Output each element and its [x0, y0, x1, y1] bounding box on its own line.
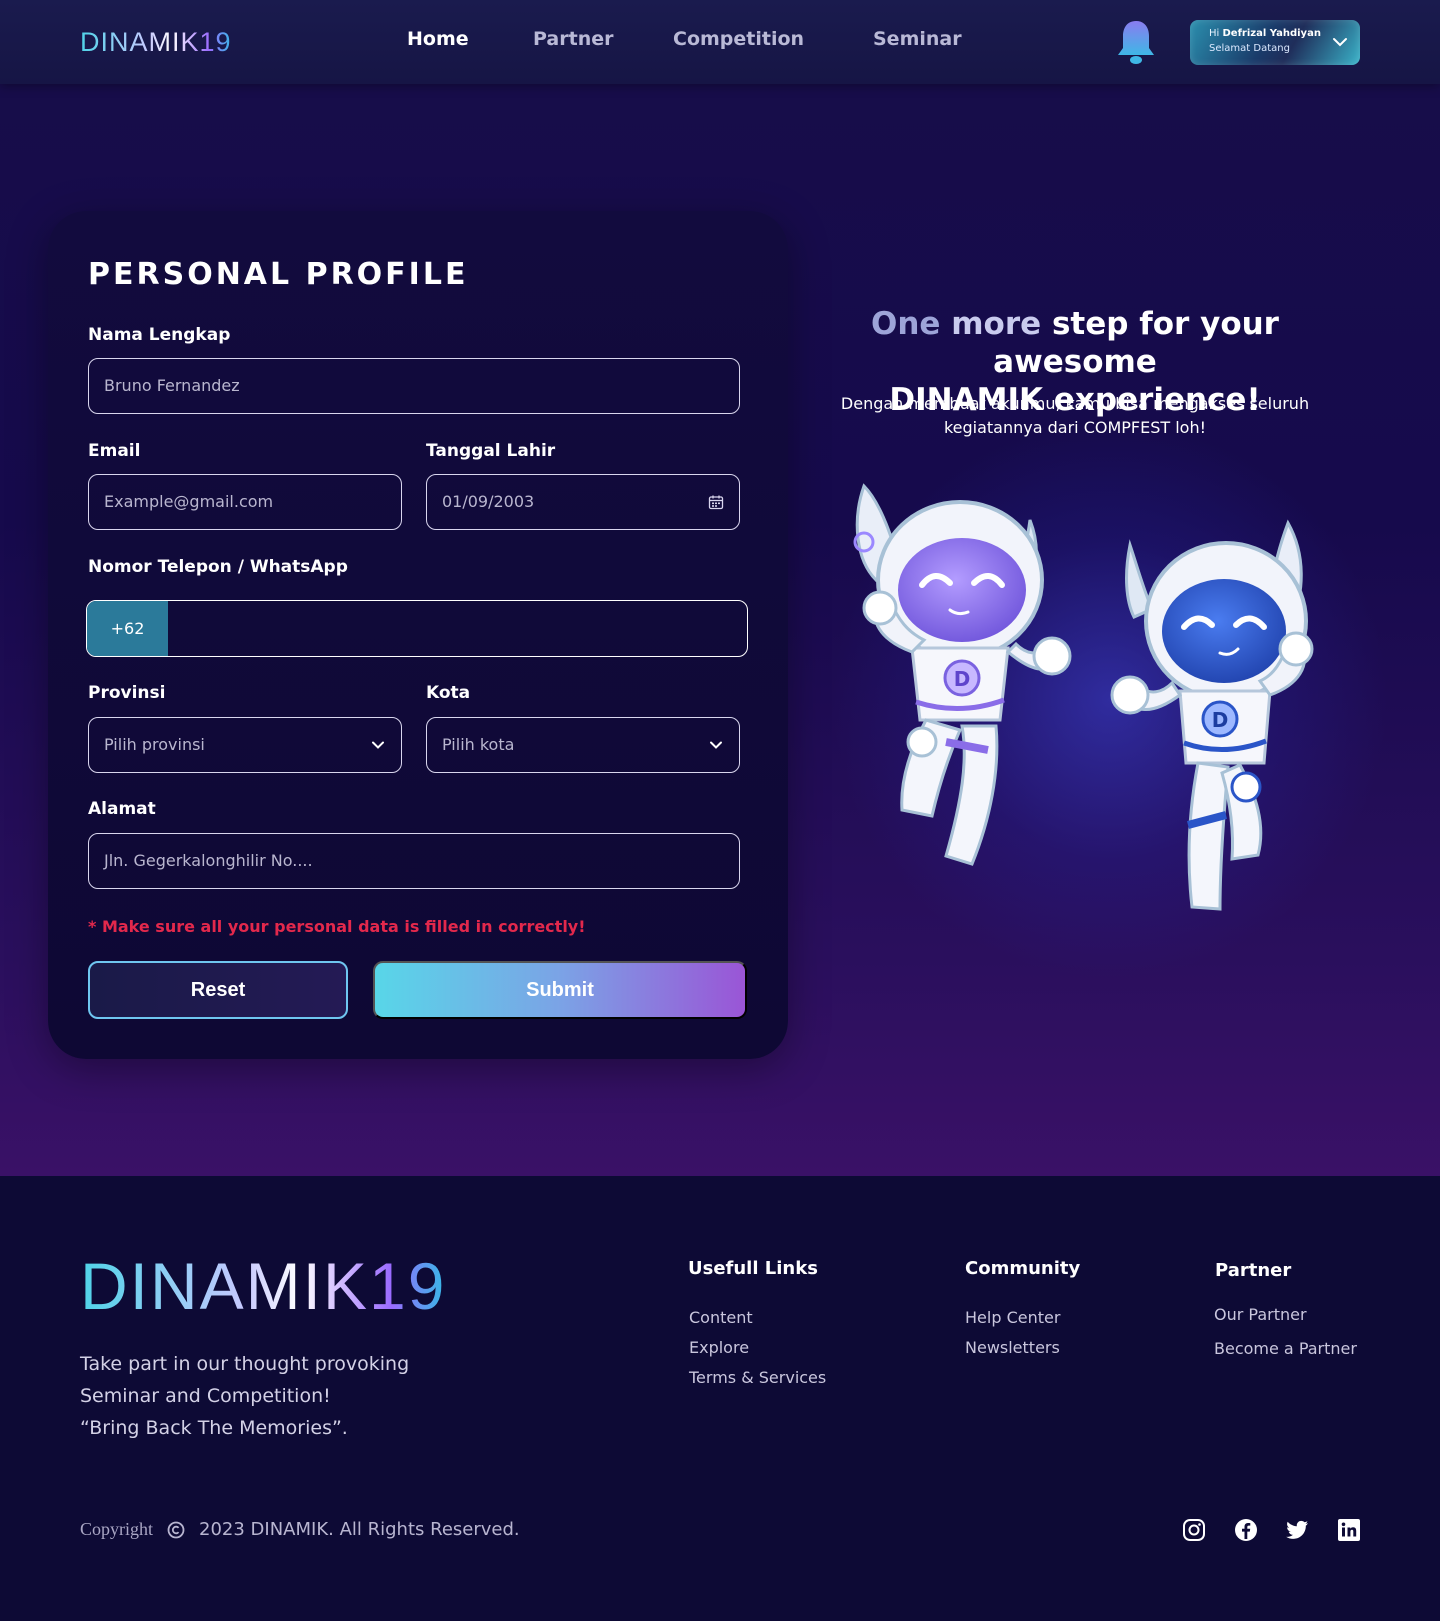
- twitter-icon[interactable]: [1285, 1518, 1309, 1542]
- personal-profile-form: PERSONAL PROFILE Nama Lengkap Bruno Fern…: [48, 211, 788, 1059]
- svg-text:D: D: [1212, 708, 1229, 732]
- name-label: Nama Lengkap: [88, 325, 231, 345]
- email-label: Email: [88, 441, 141, 461]
- robot-mascot-purple-icon: D: [853, 483, 1072, 866]
- copyright: Copyright 2023 DINAMIK. All Rights Reser…: [80, 1519, 520, 1540]
- linkedin-icon[interactable]: [1337, 1518, 1361, 1542]
- svg-text:D: D: [954, 667, 971, 691]
- birthdate-field[interactable]: 01/09/2003: [426, 474, 740, 530]
- nav-link-seminar[interactable]: Seminar: [873, 28, 962, 50]
- reset-button[interactable]: Reset: [88, 961, 348, 1019]
- footer-tagline-line: Seminar and Competition!: [80, 1385, 331, 1407]
- top-navbar: DINAMIK19 Home Partner Competition Semin…: [0, 0, 1440, 84]
- province-placeholder: Pilih provinsi: [104, 735, 205, 754]
- phone-field[interactable]: +62: [86, 600, 748, 657]
- chevron-down-icon: [710, 741, 722, 749]
- footer-link-explore[interactable]: Explore: [689, 1338, 749, 1357]
- instagram-icon[interactable]: [1182, 1518, 1206, 1542]
- nav-link-partner[interactable]: Partner: [533, 28, 613, 50]
- chevron-down-icon: [372, 741, 384, 749]
- footer-logo-text: DINAMIK19: [80, 1249, 447, 1323]
- nav-link-home[interactable]: Home: [407, 28, 469, 50]
- chevron-down-icon: [1333, 38, 1347, 47]
- city-select[interactable]: Pilih kota: [426, 717, 740, 773]
- copyright-icon: [167, 1521, 185, 1538]
- user-greeting: Hi Defrizal Yahdiyan: [1209, 28, 1321, 39]
- footer-tagline-line: Take part in our thought provoking: [80, 1353, 410, 1375]
- footer-heading-partner: Partner: [1215, 1260, 1292, 1281]
- page-footer: DINAMIK19 Take part in our thought provo…: [0, 1176, 1440, 1621]
- footer-heading-community: Community: [965, 1258, 1081, 1279]
- email-placeholder: Example@gmail.com: [104, 492, 274, 511]
- nav-link-competition[interactable]: Competition: [673, 28, 804, 50]
- address-label: Alamat: [88, 799, 156, 819]
- hero-subtitle: Dengan membuat akunmu, kamu bisa mengaks…: [820, 392, 1330, 440]
- notification-bell-icon[interactable]: [1114, 18, 1158, 66]
- robot-mascot-blue-icon: D: [1110, 519, 1314, 911]
- footer-link-content[interactable]: Content: [689, 1308, 753, 1327]
- calendar-icon[interactable]: [708, 494, 724, 510]
- address-placeholder: Jln. Gegerkalonghilir No....: [104, 851, 313, 870]
- submit-button[interactable]: Submit: [373, 961, 747, 1019]
- footer-heading-useful-links: Usefull Links: [688, 1258, 818, 1279]
- form-title: PERSONAL PROFILE: [88, 257, 469, 292]
- copyright-text: 2023 DINAMIK. All Rights Reserved.: [199, 1519, 520, 1540]
- brand-logo-text: DINAMIK19: [80, 26, 232, 57]
- name-value: Bruno Fernandez: [104, 376, 240, 395]
- birthdate-label: Tanggal Lahir: [426, 441, 556, 461]
- user-menu[interactable]: Hi Defrizal Yahdiyan Selamat Datang: [1190, 20, 1360, 65]
- footer-link-newsletters[interactable]: Newsletters: [965, 1338, 1060, 1357]
- phone-label: Nomor Telepon / WhatsApp: [88, 557, 348, 577]
- province-label: Provinsi: [88, 683, 166, 703]
- copyright-word: Copyright: [80, 1519, 154, 1539]
- hero-subtitle-line1: Dengan membuat akunmu, kamu bisa mengaks…: [840, 394, 1310, 413]
- province-select[interactable]: Pilih provinsi: [88, 717, 402, 773]
- hero-title-part1: One: [871, 306, 952, 342]
- name-field[interactable]: Bruno Fernandez: [88, 358, 740, 414]
- user-welcome: Selamat Datang: [1209, 43, 1290, 54]
- footer-link-our-partner[interactable]: Our Partner: [1214, 1305, 1307, 1324]
- hero-subtitle-line2: kegiatannya dari COMPFEST loh!: [943, 418, 1207, 437]
- footer-link-become-partner[interactable]: Become a Partner: [1214, 1339, 1357, 1358]
- address-field[interactable]: Jln. Gegerkalonghilir No....: [88, 833, 740, 889]
- form-warning: * Make sure all your personal data is fi…: [88, 917, 586, 936]
- birthdate-value: 01/09/2003: [442, 492, 535, 511]
- city-label: Kota: [426, 683, 471, 703]
- footer-link-terms[interactable]: Terms & Services: [689, 1368, 826, 1387]
- footer-tagline: Take part in our thought provoking Semin…: [80, 1348, 440, 1444]
- footer-logo[interactable]: DINAMIK19: [80, 1246, 446, 1326]
- hero-title-part2: more: [951, 306, 1052, 342]
- footer-tagline-line: “Bring Back The Memories”.: [80, 1417, 348, 1439]
- phone-country-code[interactable]: +62: [87, 601, 168, 656]
- city-placeholder: Pilih kota: [442, 735, 515, 754]
- greeting-prefix: Hi: [1209, 28, 1220, 39]
- footer-link-help-center[interactable]: Help Center: [965, 1308, 1060, 1327]
- user-name: Defrizal Yahdiyan: [1222, 28, 1321, 39]
- facebook-icon[interactable]: [1234, 1518, 1258, 1542]
- email-field[interactable]: Example@gmail.com: [88, 474, 402, 530]
- brand-logo[interactable]: DINAMIK19: [80, 24, 232, 60]
